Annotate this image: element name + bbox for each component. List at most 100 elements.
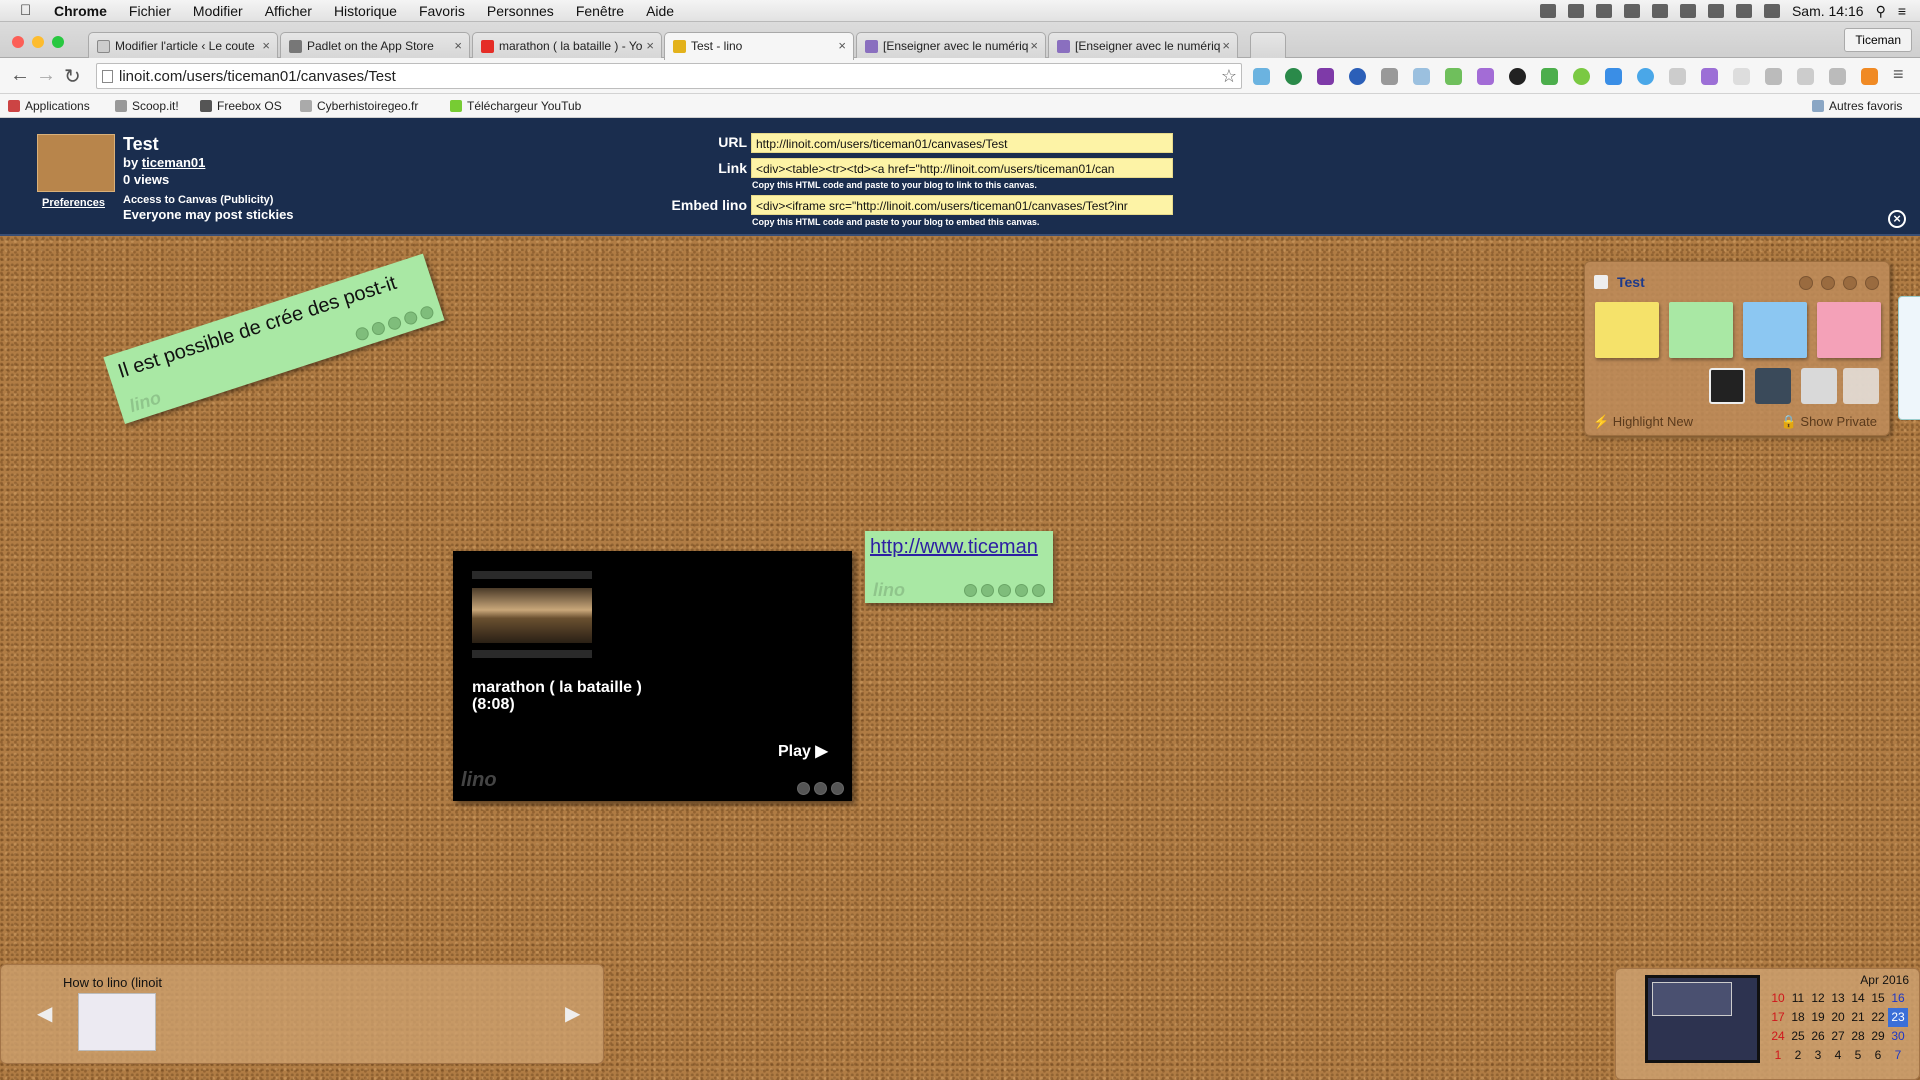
- peel-icon[interactable]: [814, 782, 827, 795]
- rss-icon[interactable]: [1861, 68, 1878, 85]
- menu-favoris[interactable]: Favoris: [419, 3, 465, 19]
- spotlight-icon[interactable]: ⚲: [1876, 3, 1886, 20]
- cloud-icon[interactable]: [1567, 4, 1584, 18]
- bookmark-cyberhistoire[interactable]: Cyberhistoiregeo.fr: [300, 99, 418, 113]
- calendar-day[interactable]: 28: [1848, 1027, 1868, 1046]
- info-icon[interactable]: [998, 584, 1011, 597]
- minimap-viewport[interactable]: [1652, 982, 1732, 1016]
- embed-field[interactable]: <div><iframe src="http://linoit.com/user…: [751, 195, 1173, 215]
- peel-icon[interactable]: [1015, 584, 1028, 597]
- calendar-day[interactable]: 5: [1848, 1046, 1868, 1065]
- preferences-link[interactable]: Preferences: [42, 197, 105, 209]
- menu-icon[interactable]: ≡: [1893, 64, 1904, 85]
- calendar-day[interactable]: 16: [1888, 989, 1908, 1008]
- social-share-tab[interactable]: [1898, 296, 1920, 420]
- tab-close-icon[interactable]: ×: [454, 38, 462, 53]
- menu-historique[interactable]: Historique: [334, 3, 397, 19]
- calendar-day[interactable]: 24: [1768, 1027, 1788, 1046]
- menu-modifier[interactable]: Modifier: [193, 3, 243, 19]
- calendar-day[interactable]: 4: [1828, 1046, 1848, 1065]
- calendar-day[interactable]: 13: [1828, 989, 1848, 1008]
- canvas-minimap[interactable]: [1645, 975, 1760, 1063]
- tab-close-icon[interactable]: ×: [262, 38, 270, 53]
- wifi-icon[interactable]: [1735, 4, 1752, 18]
- video-thumbnail[interactable]: [472, 588, 592, 643]
- notification-center-icon[interactable]: ≡: [1898, 3, 1906, 19]
- show-private-toggle[interactable]: 🔒 Show Private: [1781, 414, 1877, 430]
- url-field[interactable]: http://linoit.com/users/ticeman01/canvas…: [751, 133, 1173, 153]
- menu-personnes[interactable]: Personnes: [487, 3, 554, 19]
- airplay-icon[interactable]: [1623, 4, 1640, 18]
- menu-fichier[interactable]: Fichier: [129, 3, 171, 19]
- bookmark-freebox[interactable]: Freebox OS: [200, 99, 282, 113]
- bookmark-other-folder[interactable]: Autres favoris: [1812, 99, 1902, 113]
- tab-enseigner-1[interactable]: [Enseigner avec le numériq ×: [856, 32, 1046, 59]
- tab-close-icon[interactable]: ×: [646, 38, 654, 53]
- extension-icon[interactable]: [1381, 68, 1398, 85]
- howto-thumbnail[interactable]: [78, 993, 156, 1051]
- zoom-out-icon[interactable]: [1799, 276, 1813, 290]
- video-tool-icon[interactable]: [1755, 368, 1791, 404]
- calendar-day[interactable]: 27: [1828, 1027, 1848, 1046]
- cork-board[interactable]: Il est possible de crée des post-it lino…: [0, 236, 1920, 1080]
- tab-enseigner-2[interactable]: [Enseigner avec le numériq ×: [1048, 32, 1238, 59]
- volume-icon[interactable]: [1763, 4, 1780, 18]
- extension-icon[interactable]: [1797, 68, 1814, 85]
- bookmark-telechargeur[interactable]: Téléchargeur YouTub: [450, 99, 581, 113]
- calendar-day[interactable]: 3: [1808, 1046, 1828, 1065]
- menu-app-chrome[interactable]: Chrome: [54, 3, 107, 19]
- extension-icon[interactable]: [1573, 68, 1590, 85]
- extension-icon[interactable]: [1445, 68, 1462, 85]
- profile-button[interactable]: Ticeman: [1844, 28, 1912, 52]
- info-icon[interactable]: [797, 782, 810, 795]
- transparent-note-icon[interactable]: [1843, 368, 1879, 404]
- sticky-note[interactable]: Il est possible de crée des post-it lino: [103, 253, 445, 424]
- evernote-icon[interactable]: [1285, 68, 1302, 85]
- calendar-day[interactable]: 11: [1788, 989, 1808, 1008]
- check-icon[interactable]: [831, 782, 844, 795]
- calendar-day[interactable]: 10: [1768, 989, 1788, 1008]
- image-tool-icon[interactable]: [1709, 368, 1745, 404]
- settings-icon[interactable]: [1821, 276, 1835, 290]
- copy-icon[interactable]: [370, 320, 387, 337]
- extension-icon[interactable]: [1509, 68, 1526, 85]
- extension-icon[interactable]: [1605, 68, 1622, 85]
- canvas-thumbnail[interactable]: [37, 134, 115, 192]
- next-arrow-icon[interactable]: ▶: [565, 1001, 580, 1026]
- calendar-day[interactable]: 19: [1808, 1008, 1828, 1027]
- calendar-day[interactable]: 18: [1788, 1008, 1808, 1027]
- video-sticky[interactable]: marathon ( la bataille ) (8:08) Play ▶ l…: [453, 551, 852, 801]
- calendar-today[interactable]: 23: [1888, 1008, 1908, 1027]
- calendar-day[interactable]: 2: [1788, 1046, 1808, 1065]
- sticky-link[interactable]: http://www.ticeman: [870, 536, 1038, 559]
- reload-icon[interactable]: ↻: [64, 64, 81, 89]
- menu-afficher[interactable]: Afficher: [265, 3, 312, 19]
- extension-icon[interactable]: [1733, 68, 1750, 85]
- drive-icon[interactable]: [1595, 4, 1612, 18]
- tab-modifier-article[interactable]: Modifier l'article ‹ Le coute ×: [88, 32, 278, 59]
- minimize-window-icon[interactable]: [32, 36, 44, 48]
- check-icon[interactable]: [418, 304, 436, 321]
- extension-icon[interactable]: [1541, 68, 1558, 85]
- calendar-day[interactable]: 25: [1788, 1027, 1808, 1046]
- menu-aide[interactable]: Aide: [646, 3, 674, 19]
- extension-icon[interactable]: [1829, 68, 1846, 85]
- extension-icon[interactable]: [1701, 68, 1718, 85]
- peel-icon[interactable]: [402, 309, 419, 327]
- extension-icon[interactable]: [1637, 68, 1654, 85]
- forward-icon[interactable]: →: [36, 64, 56, 87]
- menu-fenetre[interactable]: Fenêtre: [576, 3, 624, 19]
- tab-close-icon[interactable]: ×: [1222, 38, 1230, 53]
- extension-icon[interactable]: [1253, 68, 1270, 85]
- calendar-day[interactable]: 14: [1848, 989, 1868, 1008]
- calendar-day[interactable]: 6: [1868, 1046, 1888, 1065]
- onenote-icon[interactable]: [1317, 68, 1334, 85]
- highlight-new-toggle[interactable]: ⚡ Highlight New: [1593, 414, 1693, 430]
- pink-note-button[interactable]: [1817, 302, 1881, 358]
- play-button[interactable]: Play ▶: [778, 741, 828, 761]
- tab-test-lino[interactable]: Test - lino ×: [664, 32, 854, 60]
- calendar-day[interactable]: 1: [1768, 1046, 1788, 1065]
- help-icon[interactable]: [1843, 276, 1857, 290]
- camera-icon[interactable]: [1413, 68, 1430, 85]
- prev-arrow-icon[interactable]: ◀: [37, 1001, 52, 1026]
